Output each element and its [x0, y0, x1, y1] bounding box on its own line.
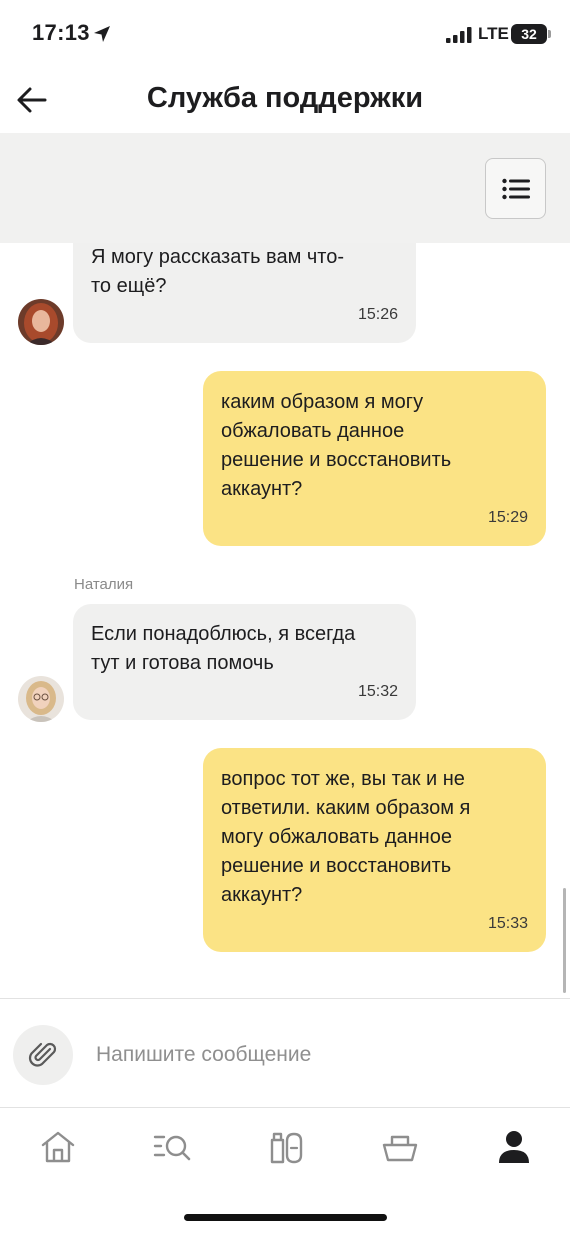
message-incoming: Я могу рассказать вам что- то ещё? 15:26 — [73, 243, 416, 343]
nav-catalog[interactable] — [148, 1126, 196, 1168]
page-title: Служба поддержки — [146, 82, 424, 114]
basket-icon — [382, 1135, 418, 1162]
menu-button[interactable] — [485, 158, 546, 219]
nav-products[interactable] — [262, 1126, 310, 1168]
message-input[interactable] — [96, 1035, 536, 1075]
message-incoming: Если понадоблюсь, я всегда тут и готова … — [73, 604, 416, 720]
message-text: Я могу рассказать вам что- то ещё? — [91, 246, 345, 297]
message-text: Если понадоблюсь, я всегда тут и готова … — [91, 623, 356, 674]
message-outgoing: каким образом я могу обжаловать данное р… — [203, 371, 546, 546]
message-outgoing: вопрос тот же, вы так и не ответили. как… — [203, 748, 546, 952]
message-text: каким образом я могу обжаловать данное р… — [221, 391, 452, 500]
home-indicator — [184, 1214, 387, 1221]
message-time: 15:33 — [487, 915, 528, 932]
message-time: 15:29 — [487, 509, 528, 526]
attach-button[interactable] — [13, 1025, 73, 1085]
message-text: вопрос тот же, вы так и не ответили. как… — [221, 768, 471, 906]
message-time: 15:32 — [357, 683, 398, 700]
support-agent-avatar — [18, 676, 64, 722]
nav-home[interactable] — [34, 1126, 82, 1168]
back-button[interactable] — [14, 82, 50, 118]
top-panel — [0, 133, 570, 243]
profile-icon — [499, 1131, 529, 1163]
network-type: LTE — [478, 24, 509, 43]
battery-level: 32 — [521, 26, 537, 42]
battery-icon: 32 — [511, 24, 547, 44]
sender-name: Наталия — [74, 576, 134, 593]
arrow-left-icon — [17, 87, 47, 113]
nav-profile[interactable] — [490, 1126, 538, 1168]
scrollbar[interactable] — [563, 888, 566, 993]
paperclip-icon — [28, 1042, 57, 1067]
message-time: 15:26 — [357, 306, 398, 323]
app-header: Служба поддержки — [0, 70, 570, 132]
support-agent-avatar — [18, 299, 64, 345]
location-arrow-icon — [94, 26, 110, 42]
battery-cap — [548, 30, 551, 38]
catalog-search-icon — [153, 1135, 191, 1161]
message-composer — [0, 998, 570, 1108]
status-bar: 17:13 LTE 32 — [0, 0, 570, 70]
status-time: 17:13 — [32, 20, 90, 45]
nav-basket[interactable] — [376, 1126, 424, 1168]
chat-area[interactable]: Я могу рассказать вам что- то ещё? 15:26… — [0, 243, 570, 998]
list-menu-icon — [502, 178, 530, 200]
bottom-nav — [0, 1109, 570, 1235]
home-icon — [41, 1131, 75, 1163]
products-icon — [270, 1132, 303, 1164]
signal-icon — [446, 27, 472, 43]
